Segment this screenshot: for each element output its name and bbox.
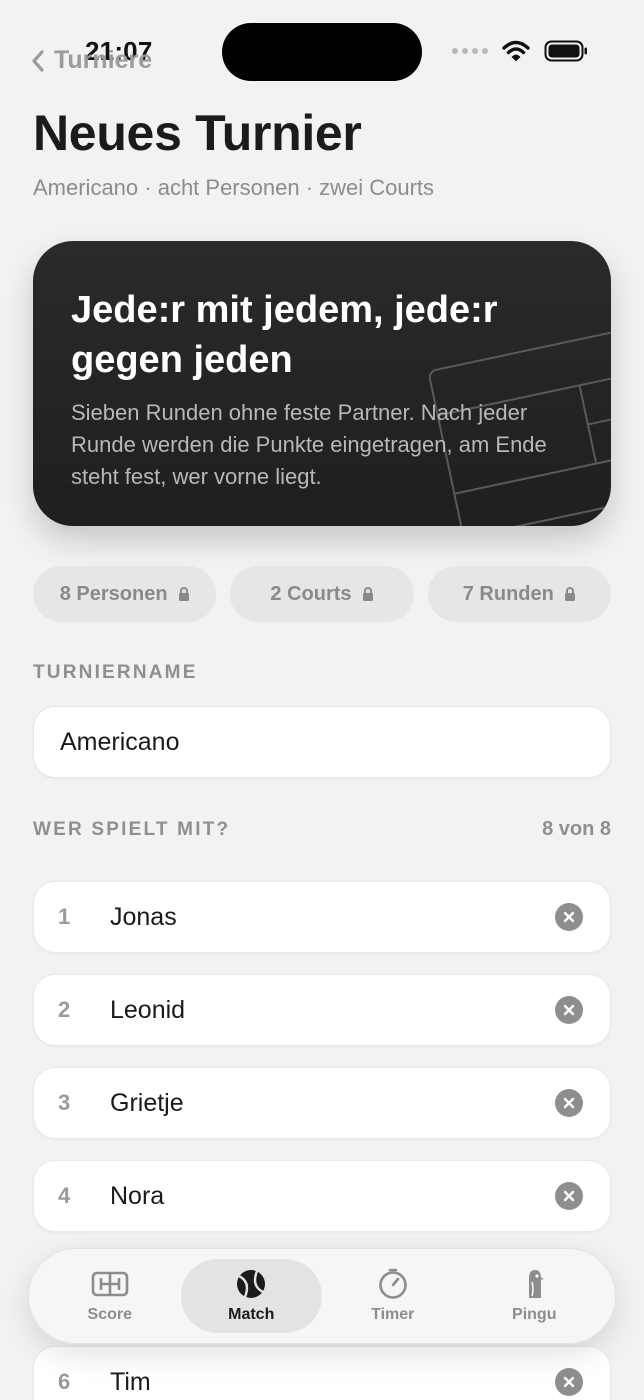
close-icon — [563, 1004, 575, 1016]
remove-player-button[interactable] — [555, 1182, 583, 1210]
player-row[interactable]: 6 Tim — [33, 1346, 611, 1400]
mode-info-card: Jede:r mit jedem, jede:r gegen jeden Sie… — [33, 241, 611, 526]
close-icon — [563, 1097, 575, 1109]
pill-persons: 8 Personen — [33, 566, 217, 622]
remove-player-button[interactable] — [555, 996, 583, 1024]
player-row[interactable]: 1 Jonas — [33, 881, 611, 953]
tournament-name-label: TURNIERNAME — [33, 662, 198, 683]
tab-match[interactable]: Match — [180, 1259, 322, 1333]
player-name[interactable]: Grietje — [110, 1089, 555, 1118]
player-name[interactable]: Jonas — [110, 903, 555, 932]
player-name[interactable]: Leonid — [110, 996, 555, 1025]
penguin-icon — [529, 1270, 545, 1298]
stopwatch-icon — [378, 1268, 407, 1299]
tab-label: Match — [228, 1306, 275, 1323]
lock-icon — [564, 587, 575, 601]
close-icon — [563, 911, 575, 923]
close-icon — [563, 1376, 575, 1388]
player-number: 4 — [58, 1183, 71, 1208]
tournament-name-value: Americano — [60, 727, 180, 756]
tab-label: Timer — [371, 1306, 415, 1323]
remove-player-button[interactable] — [555, 1368, 583, 1396]
back-button[interactable]: Turniere — [30, 46, 152, 75]
settings-pills: 8 Personen 2 Courts 7 Runden — [33, 566, 611, 622]
close-icon — [563, 1190, 575, 1202]
tab-timer[interactable]: Timer — [322, 1259, 464, 1333]
player-row[interactable]: 4 Nora — [33, 1160, 611, 1232]
court-icon — [91, 1271, 129, 1297]
lock-icon — [362, 587, 373, 601]
pill-rounds: 7 Runden — [427, 566, 611, 622]
player-name[interactable]: Nora — [110, 1182, 555, 1211]
player-number: 6 — [58, 1369, 71, 1394]
remove-player-button[interactable] — [555, 903, 583, 931]
lock-icon — [178, 587, 189, 601]
signal-dots-icon — [452, 48, 488, 54]
remove-player-button[interactable] — [555, 1089, 583, 1117]
player-number: 1 — [58, 904, 71, 929]
chevron-left-icon — [32, 49, 44, 72]
players-count: 8 von 8 — [542, 818, 611, 840]
tab-label: Pingu — [512, 1306, 557, 1323]
page-subtitle: Americano · acht Personen · zwei Courts — [33, 175, 435, 200]
pill-label: 8 Personen — [59, 582, 168, 605]
battery-icon — [544, 40, 587, 62]
players-section-label: WER SPIELT MIT? — [33, 819, 231, 840]
card-title: Jede:r mit jedem, jede:r gegen jeden — [71, 289, 498, 381]
tab-score[interactable]: Score — [39, 1259, 181, 1333]
ball-icon — [237, 1270, 266, 1298]
tab-label: Score — [87, 1306, 132, 1323]
status-indicators — [452, 40, 588, 62]
player-row[interactable]: 2 Leonid — [33, 974, 611, 1046]
player-row[interactable]: 3 Grietje — [33, 1067, 611, 1139]
tournament-name-input[interactable]: Americano — [33, 706, 611, 778]
page-title: Neues Turnier — [33, 105, 362, 161]
player-number: 2 — [58, 997, 71, 1022]
tab-bar: Score Match Timer Pingu — [28, 1248, 616, 1344]
player-name[interactable]: Tim — [110, 1368, 555, 1397]
dynamic-island — [222, 23, 422, 81]
tab-pingu[interactable]: Pingu — [464, 1259, 606, 1333]
pill-label: 2 Courts — [270, 582, 352, 605]
wifi-icon — [502, 40, 530, 62]
player-number: 3 — [58, 1090, 71, 1115]
pill-courts: 2 Courts — [230, 566, 414, 622]
card-description: Sieben Runden ohne feste Partner. Nach j… — [71, 400, 547, 489]
back-button-label: Turniere — [54, 46, 153, 74]
pill-label: 7 Runden — [462, 582, 554, 605]
